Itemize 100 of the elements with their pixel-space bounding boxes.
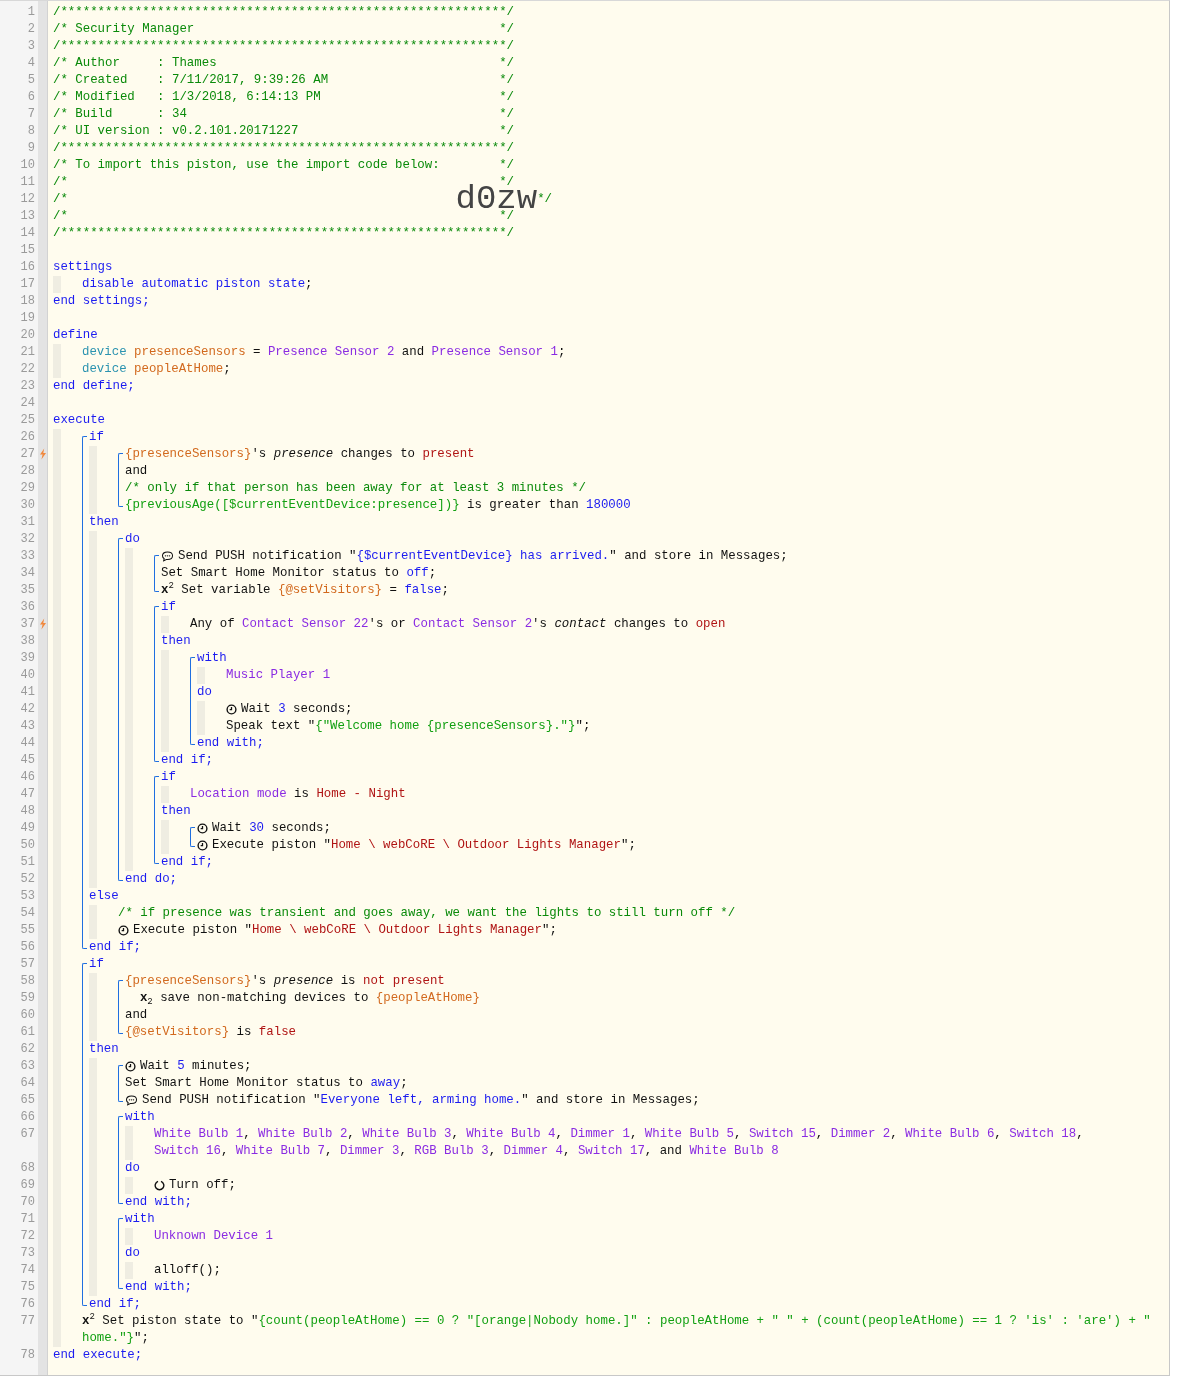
line-number: 52 — [20, 872, 35, 886]
code-line: Turn off; — [169, 1177, 236, 1194]
code-line: end define; — [53, 378, 135, 395]
line-number: 73 — [20, 1246, 35, 1260]
line-number: 23 — [20, 379, 35, 393]
line-number: 6 — [27, 90, 35, 104]
line-number: 20 — [20, 328, 35, 342]
code-line: device presenceSensors = Presence Sensor 2 and Presence Sensor 1; — [82, 344, 566, 361]
code-line: Unknown Device 1 — [154, 1228, 273, 1245]
clock-icon — [197, 823, 208, 834]
line-number: 9 — [27, 141, 35, 155]
line-number: 21 — [20, 345, 35, 359]
code-line: do — [125, 1245, 140, 1262]
code-comment: */ — [499, 174, 514, 189]
line-number: 44 — [20, 736, 35, 750]
code-line: then — [89, 1041, 119, 1058]
code-line: x$^{2}$ Set variable {@setVisitors} = false; — [161, 582, 449, 599]
clock-icon — [197, 840, 208, 851]
line-number: 75 — [20, 1280, 35, 1294]
line-number: 15 — [20, 243, 35, 257]
code-line: end with; — [125, 1279, 192, 1296]
line-number: 5 — [27, 73, 35, 87]
code-line: if — [161, 599, 176, 616]
code-line: end if; — [89, 1296, 142, 1313]
line-number: 71 — [20, 1212, 35, 1226]
code-line: then — [89, 514, 119, 531]
line-number: 46 — [20, 770, 35, 784]
code-line: do — [125, 1160, 140, 1177]
code-comment: */ — [499, 72, 514, 89]
line-number: 38 — [20, 634, 35, 648]
code-line: end with; — [197, 735, 264, 752]
line-number: 63 — [20, 1059, 35, 1073]
code-line: then — [161, 633, 191, 650]
line-number: 35 — [20, 583, 35, 597]
code-line: do — [197, 684, 212, 701]
line-number: 58 — [20, 974, 35, 988]
line-number: 48 — [20, 804, 35, 818]
line-number: 11 — [20, 175, 35, 189]
code-line: end if; — [89, 939, 142, 956]
line-number: 45 — [20, 753, 35, 767]
line-number: 74 — [20, 1263, 35, 1277]
line-number: 43 — [20, 719, 35, 733]
line-number: 36 — [20, 600, 35, 614]
line-number: 59 — [20, 991, 35, 1005]
code-comment: */ — [499, 123, 514, 140]
code-line: execute — [53, 412, 106, 429]
code-line: and — [125, 1007, 148, 1024]
line-number: 22 — [20, 362, 35, 376]
clock-icon — [226, 704, 237, 715]
line-number: 56 — [20, 940, 35, 954]
speech-bubble-icon — [125, 1095, 138, 1106]
code-comment: */ — [499, 89, 514, 106]
line-number: 37 — [20, 617, 35, 631]
line-number: 2 — [27, 22, 35, 36]
line-number: 55 — [20, 923, 35, 937]
code-comment: /* Modified : 1/3/2018, 6:14:13 PM — [53, 89, 321, 106]
code-line: Wait 3 seconds; — [241, 701, 353, 718]
code-comment: */ — [499, 55, 514, 72]
line-number: 60 — [20, 1008, 35, 1022]
code-line: with — [125, 1109, 155, 1126]
code-line: Location mode is Home - Night — [190, 786, 406, 803]
code-line: end if; — [161, 752, 214, 769]
line-number: 34 — [20, 566, 35, 580]
line-number: 1 — [27, 5, 35, 19]
code-line: settings — [53, 259, 113, 276]
code-comment: /************************************************************/ — [53, 38, 514, 55]
code-comment: /* Security Manager — [53, 21, 195, 38]
clock-icon — [118, 925, 129, 936]
code-line: {presenceSensors}'s presence is not present — [125, 973, 445, 990]
line-number: 3 — [27, 39, 35, 53]
line-number: 49 — [20, 821, 35, 835]
line-number: 10 — [20, 158, 35, 172]
line-number: 7 — [27, 107, 35, 121]
code-line: Speak text "{"Welcome home {presenceSensors}."}"; — [226, 718, 591, 735]
line-number: 64 — [20, 1076, 35, 1090]
code-line: Wait 30 seconds; — [212, 820, 331, 837]
line-number: 53 — [20, 889, 35, 903]
line-number: 68 — [20, 1161, 35, 1175]
line-number: 26 — [20, 430, 35, 444]
line-number: 30 — [20, 498, 35, 512]
code-comment: /* only if that person has been away for at least 3 minutes */ — [125, 480, 586, 497]
code-line: Set Smart Home Monitor status to off; — [161, 565, 437, 582]
code-line: alloff(); — [154, 1262, 221, 1279]
code-comment: /************************************************************/ — [53, 140, 514, 157]
code-line: with — [125, 1211, 155, 1228]
code-line: disable automatic piston state; — [82, 276, 313, 293]
line-number: 67 — [20, 1127, 35, 1141]
line-number: 18 — [20, 294, 35, 308]
line-number: 54 — [20, 906, 35, 920]
line-number: 33 — [20, 549, 35, 563]
code-comment: */ — [499, 157, 514, 174]
code-comment: /* Build : 34 — [53, 106, 187, 123]
line-number: 78 — [20, 1348, 35, 1362]
code-line: else — [89, 888, 119, 905]
code-line: Send PUSH notification "Everyone left, arming home." and store in Messages; — [142, 1092, 700, 1109]
code-line: Wait 5 minutes; — [140, 1058, 252, 1075]
line-number: 76 — [20, 1297, 35, 1311]
code-line: end settings; — [53, 293, 150, 310]
line-number: 17 — [20, 277, 35, 291]
code-comment: /************************************************************/ — [53, 225, 514, 242]
